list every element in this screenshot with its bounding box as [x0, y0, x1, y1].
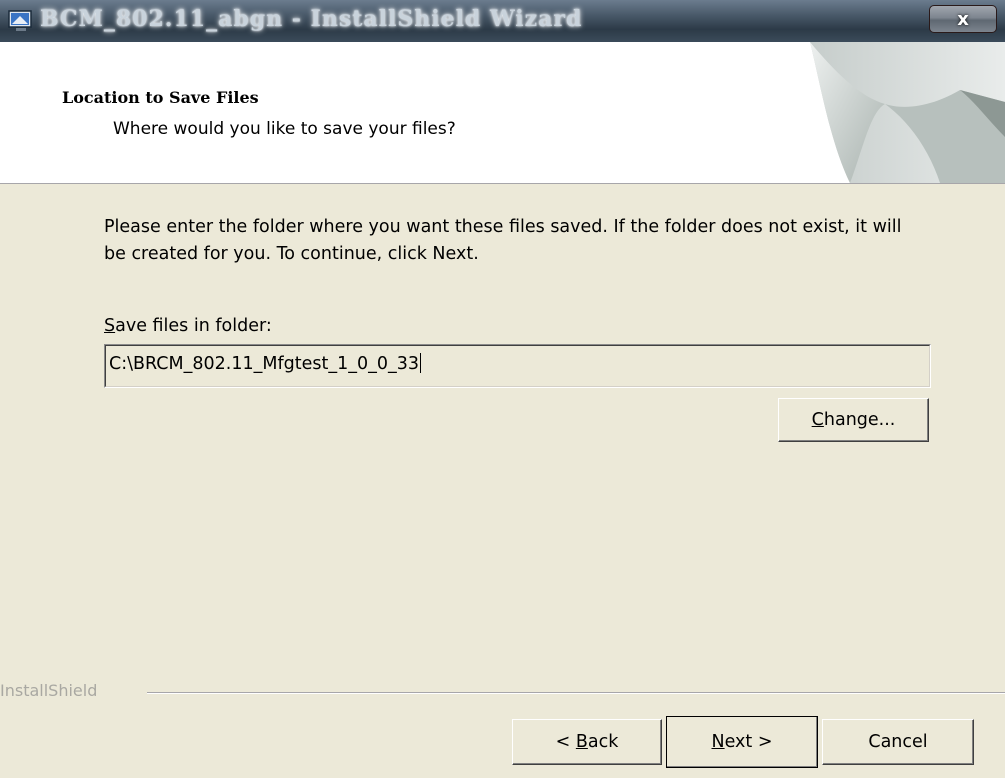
page-subtitle: Where would you like to save your files? [113, 119, 456, 139]
back-prefix: < [555, 732, 576, 752]
page-title: Location to Save Files [62, 88, 259, 107]
back-accelerator: B [575, 732, 588, 752]
change-accelerator: C [811, 410, 824, 430]
folder-label-accelerator: S [104, 316, 116, 336]
folder-label-text: ave files in folder: [115, 316, 272, 336]
next-accelerator: N [711, 732, 725, 752]
cancel-button[interactable]: Cancel [822, 719, 974, 765]
next-button[interactable]: Next > [666, 716, 818, 768]
instructions-text: Please enter the folder where you want t… [104, 217, 902, 264]
change-label: hange... [823, 410, 896, 430]
folder-label: Save files in folder: [104, 316, 272, 336]
next-label: ext > [724, 732, 773, 752]
footer-divider [147, 692, 1005, 694]
close-button[interactable]: x [929, 5, 997, 33]
installshield-brand: InstallShield [0, 681, 98, 700]
change-button[interactable]: Change... [778, 398, 929, 442]
installshield-wizard-window: BCM_802.11_abgn - InstallShield Wizard x… [0, 0, 1005, 778]
installer-monitor-icon [8, 10, 32, 31]
back-label: ack [587, 732, 619, 752]
folder-path-value: C:\BRCM_802.11_Mfgtest_1_0_0_33 [109, 354, 420, 374]
back-button[interactable]: < Back [512, 719, 662, 765]
title-bar[interactable]: BCM_802.11_abgn - InstallShield Wizard x [0, 0, 1005, 42]
folder-path-field[interactable]: C:\BRCM_802.11_Mfgtest_1_0_0_33 [104, 344, 931, 388]
page-curl-graphic [810, 42, 1005, 183]
window-title: BCM_802.11_abgn - InstallShield Wizard [40, 6, 583, 32]
close-icon: x [957, 8, 969, 30]
